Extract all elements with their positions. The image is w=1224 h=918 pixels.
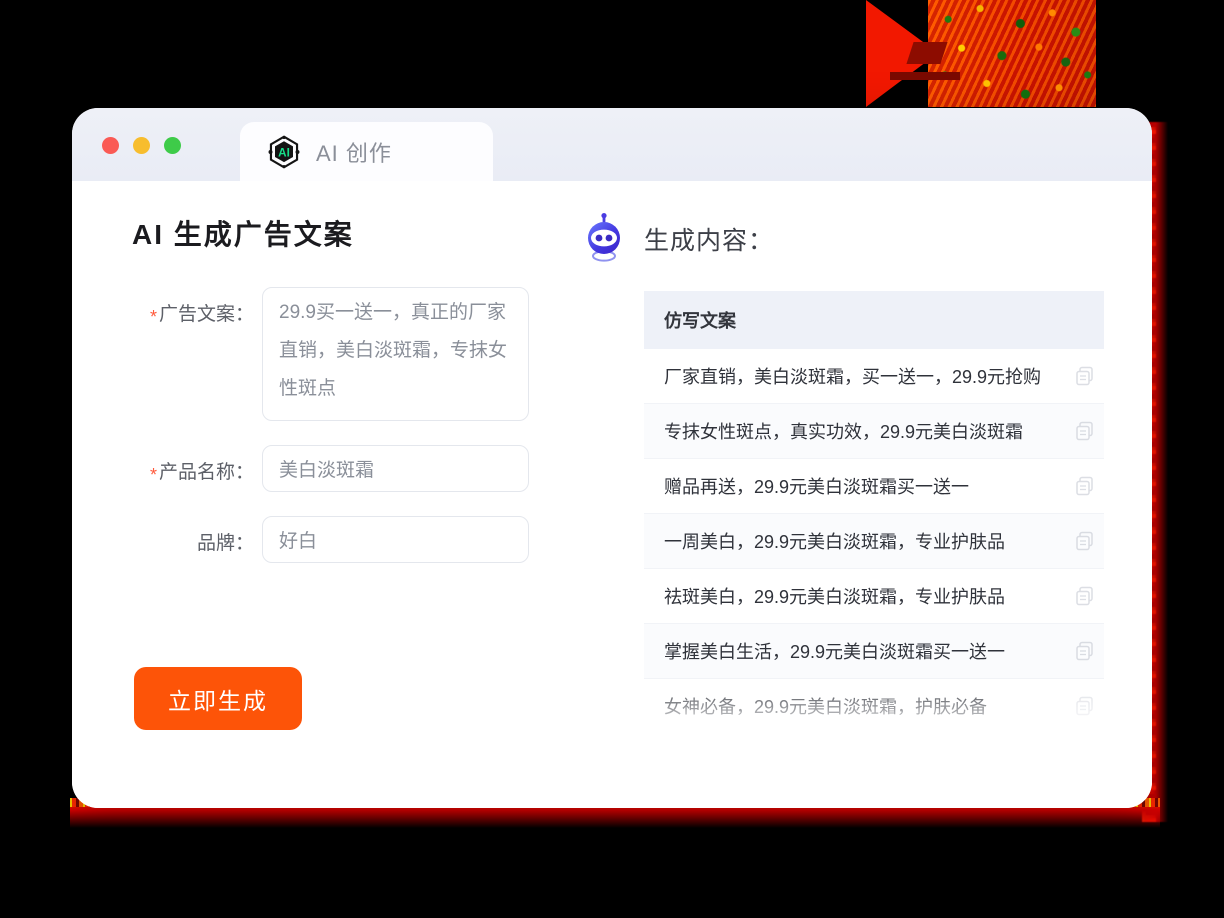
table-row[interactable]: 2 专抹女性斑点，真实功效，29.9元美白淡斑霜 [616,404,1104,459]
ai-hexagon-logo-icon: AI [268,134,300,169]
row-index: 3 [616,476,626,495]
table-row[interactable]: 3 赠品再送，29.9元美白淡斑霜买一送一 [616,459,1104,514]
form-row-product-name: * 产品名称： [132,445,582,492]
brand-input[interactable] [262,516,529,563]
results-heading: 生成内容： [582,213,1108,265]
tab-label: AI 创作 [316,140,392,166]
row-index: 4 [616,531,626,550]
robot-icon [588,213,620,262]
results-heading-label: 生成内容： [644,227,775,255]
label-brand: 品牌： [132,516,262,563]
row-index: 1 [616,366,626,385]
table-row[interactable]: 1 厂家直销，美白淡斑霜，买一送一，29.9元抢购 [616,349,1104,404]
form-row-brand: 品牌： [132,516,582,563]
required-asterisk-icon: * [149,465,157,485]
ad-copy-input[interactable] [262,287,529,421]
row-index: 7 [616,696,626,715]
row-text: 厂家直销，美白淡斑霜，买一送一，29.9元抢购 [664,367,1042,387]
glitch-noise [928,0,1096,107]
traffic-lights [102,137,181,154]
table-column-header: 仿写文案 [644,291,1104,349]
label-brand-text: 品牌： [196,533,254,554]
row-index: 5 [616,586,626,605]
copy-icon[interactable] [1074,695,1096,717]
page-title: AI 生成广告文案 [132,219,354,250]
table-row[interactable]: 6 掌握美白生活，29.9元美白淡斑霜买一送一 [616,624,1104,679]
results-pane: 生成内容： 仿写文案 1 厂家直销，美白淡斑霜，买一送一，29.9元抢购 2 专… [582,181,1152,808]
copy-icon[interactable] [1074,640,1096,662]
product-name-input[interactable] [262,445,529,492]
glitch-block [906,42,948,64]
copy-icon[interactable] [1074,585,1096,607]
label-ad-copy: * 广告文案： [132,287,262,421]
form-pane: AI 生成广告文案 *广告文案： *产品名称： 品牌： 立即生成 [72,181,582,808]
minimize-button[interactable] [133,137,150,154]
row-text: 掌握美白生活，29.9元美白淡斑霜买一送一 [664,642,1006,662]
maximize-button[interactable] [164,137,181,154]
table-row[interactable]: 7 女神必备，29.9元美白淡斑霜，护肤必备 [616,679,1104,734]
required-asterisk-icon: * [149,307,157,327]
row-text: 祛斑美白，29.9元美白淡斑霜，专业护肤品 [664,587,1006,607]
app-window: AI AI 创作 AI 生成广告文案 *广告文案： *产品名称： [72,108,1152,808]
row-index: 6 [616,641,626,660]
copy-icon[interactable] [1074,420,1096,442]
table-row[interactable]: 5 祛斑美白，29.9元美白淡斑霜，专业护肤品 [616,569,1104,624]
results-table: 仿写文案 1 厂家直销，美白淡斑霜，买一送一，29.9元抢购 2 专抹女性斑点，… [616,291,1104,734]
generate-button[interactable]: 立即生成 [134,667,302,730]
row-text: 赠品再送，29.9元美白淡斑霜买一送一 [664,477,970,497]
window-titlebar: AI AI 创作 [72,108,1152,181]
form-row-ad-copy: * 广告文案： [132,287,582,421]
svg-text:AI: AI [278,146,290,159]
label-ad-copy-text: 广告文案： [158,304,254,325]
tab-ai-creation[interactable]: AI AI 创作 [240,122,493,181]
row-index: 2 [616,421,626,440]
window-body: AI 生成广告文案 *广告文案： *产品名称： 品牌： 立即生成 [72,181,1152,808]
copy-icon[interactable] [1074,475,1096,497]
glitch-stripe [890,72,960,80]
copy-icon[interactable] [1074,365,1096,387]
glitch-graphic [866,0,1096,107]
row-text: 女神必备，29.9元美白淡斑霜，护肤必备 [664,697,988,717]
close-button[interactable] [102,137,119,154]
label-product-name: * 产品名称： [132,445,262,492]
row-text: 一周美白，29.9元美白淡斑霜，专业护肤品 [664,532,1006,552]
copy-icon[interactable] [1074,530,1096,552]
row-text: 专抹女性斑点，真实功效，29.9元美白淡斑霜 [664,422,1024,442]
label-product-name-text: 产品名称： [158,462,254,483]
table-row[interactable]: 4 一周美白，29.9元美白淡斑霜，专业护肤品 [616,514,1104,569]
